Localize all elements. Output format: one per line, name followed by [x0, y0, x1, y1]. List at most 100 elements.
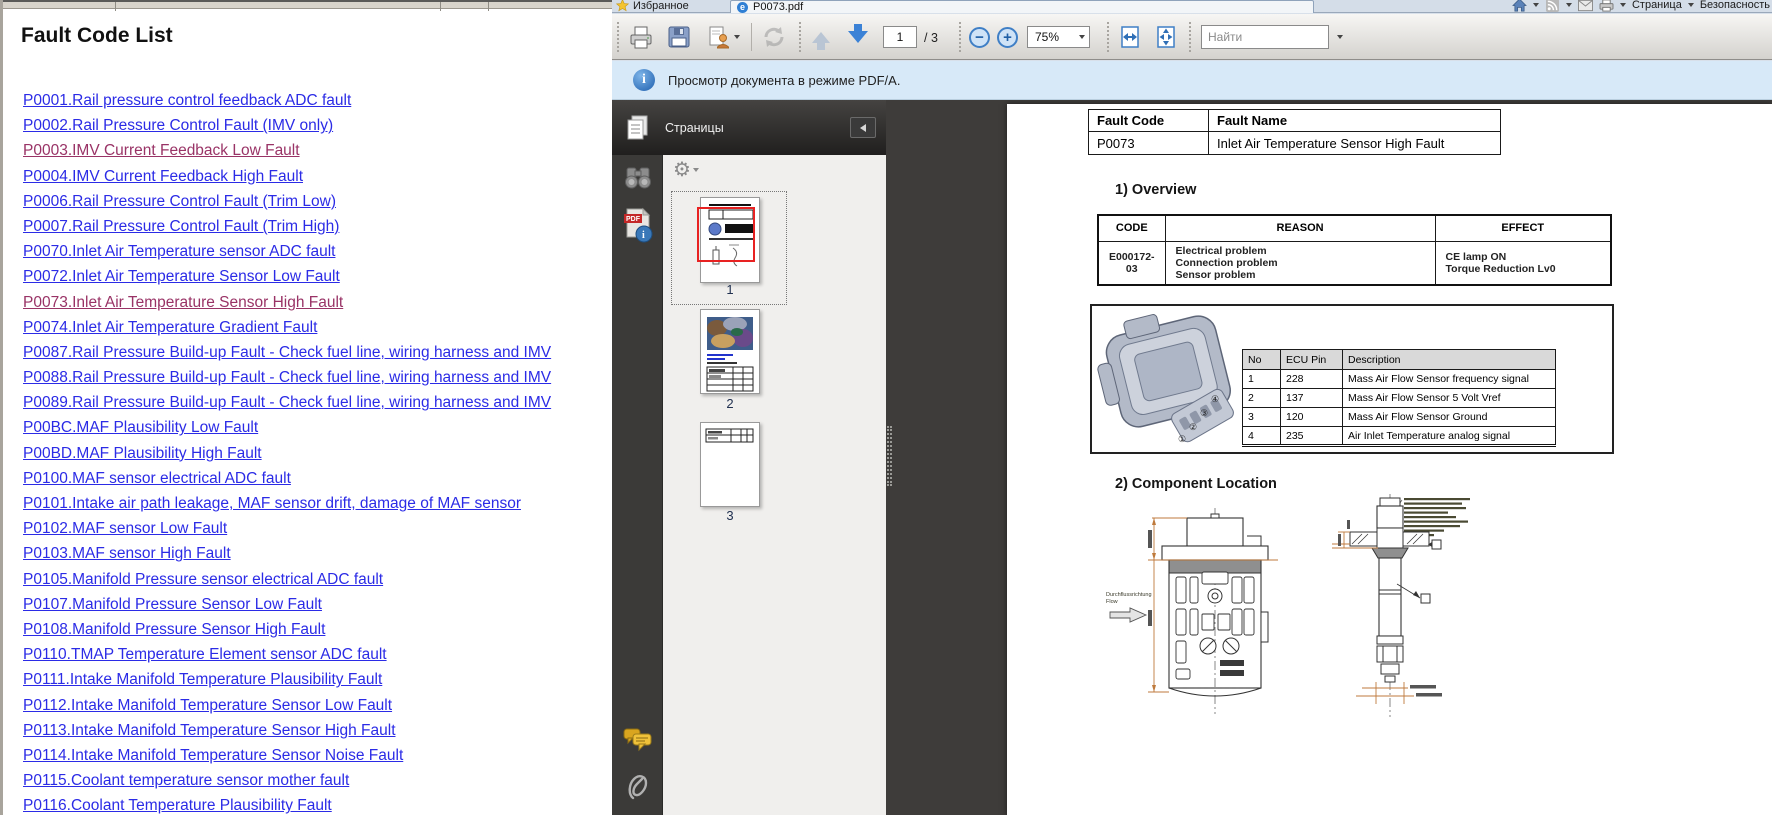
- find-field-wrap: [1201, 25, 1329, 49]
- fault-link-p0110[interactable]: P0110.TMAP Temperature Element sensor AD…: [23, 646, 387, 663]
- up-arrow-icon: [812, 32, 830, 43]
- favorites-button[interactable]: Избранное: [616, 0, 689, 13]
- pane-splitter[interactable]: [887, 426, 892, 486]
- down-arrow-icon: [848, 31, 868, 43]
- comments-pane-button[interactable]: [612, 728, 663, 752]
- pin-desc-header: Description: [1343, 350, 1556, 370]
- fault-code-value: P0073: [1089, 132, 1209, 155]
- tab-p0073-pdf[interactable]: e P0073.pdf: [730, 0, 1314, 13]
- fault-link-p0114[interactable]: P0114.Intake Manifold Temperature Sensor…: [23, 747, 403, 764]
- find-options-button[interactable]: [1331, 25, 1349, 49]
- fault-link-p0113[interactable]: P0113.Intake Manifold Temperature Sensor…: [23, 722, 396, 739]
- fit-page-button[interactable]: [1151, 23, 1181, 51]
- toolbar-grip[interactable]: [617, 22, 621, 52]
- attachments-pane-button[interactable]: [612, 770, 663, 804]
- list-item: P0102.MAF sensor Low Fault: [23, 520, 612, 545]
- find-input[interactable]: [1202, 26, 1328, 48]
- save-button[interactable]: [663, 23, 695, 51]
- zoom-out-button[interactable]: −: [969, 27, 990, 48]
- safety-menu[interactable]: Безопасность: [1700, 0, 1770, 11]
- standards-pane-button[interactable]: PDF i: [612, 207, 663, 245]
- zoom-dropdown-caret[interactable]: [1079, 35, 1085, 39]
- fault-link-p0111[interactable]: P0111.Intake Manifold Temperature Plausi…: [23, 671, 382, 688]
- page-menu-caret[interactable]: [1688, 3, 1694, 7]
- fault-link-p0070[interactable]: P0070.Inlet Air Temperature sensor ADC f…: [23, 243, 335, 260]
- list-item: P0107.Manifold Pressure Sensor Low Fault: [23, 596, 612, 621]
- zoom-level-select[interactable]: 75%: [1027, 26, 1090, 48]
- fault-link-p0100[interactable]: P0100.MAF sensor electrical ADC fault: [23, 470, 291, 487]
- fault-link-p0073[interactable]: P0073.Inlet Air Temperature Sensor High …: [23, 294, 343, 311]
- list-item: P0100.MAF sensor electrical ADC fault: [23, 470, 612, 495]
- previous-page-button[interactable]: [807, 23, 835, 51]
- print-page-icon[interactable]: [1599, 0, 1614, 12]
- toolbar-grip[interactable]: [959, 22, 963, 52]
- nav-pane-header: Страницы: [612, 100, 886, 155]
- collapse-pane-button[interactable]: [850, 117, 876, 138]
- search-pane-button[interactable]: [612, 165, 663, 191]
- share-button[interactable]: [701, 23, 745, 51]
- current-view-highlight[interactable]: [697, 207, 755, 262]
- home-dropdown-caret[interactable]: [1533, 3, 1539, 7]
- thumbnail-page-3[interactable]: [700, 422, 760, 507]
- fault-link-p0103[interactable]: P0103.MAF sensor High Fault: [23, 545, 231, 562]
- zoom-in-button[interactable]: +: [997, 27, 1018, 48]
- toolbar-separator: [751, 23, 752, 51]
- fault-link-p0006[interactable]: P0006.Rail Pressure Control Fault (Trim …: [23, 193, 336, 210]
- page-thumbnails-panel: ⚙ 1: [663, 155, 886, 815]
- toolbar-grip[interactable]: [1107, 22, 1111, 52]
- fault-link-p0089[interactable]: P0089.Rail Pressure Build-up Fault - Che…: [23, 394, 551, 411]
- toolbar-grip[interactable]: [1189, 22, 1193, 52]
- table-row: 2 137 Mass Air Flow Sensor 5 Volt Vref: [1243, 389, 1556, 408]
- collaborate-button-disabled[interactable]: [757, 23, 791, 51]
- page-number-input[interactable]: [883, 26, 917, 48]
- save-icon: [667, 25, 691, 49]
- fault-link-p0001[interactable]: P0001.Rail pressure control feedback ADC…: [23, 92, 351, 109]
- rss-feed-icon[interactable]: [1545, 0, 1560, 12]
- pin-marker-3: ③: [1200, 408, 1208, 418]
- favorites-star-icon: [616, 0, 629, 12]
- fault-link-p0072[interactable]: P0072.Inlet Air Temperature Sensor Low F…: [23, 268, 340, 285]
- pdf-toolbar: / 3 − + 75%: [612, 14, 1772, 60]
- fault-link-p00bc[interactable]: P00BC.MAF Plausibility Low Fault: [23, 419, 258, 436]
- fault-link-p0108[interactable]: P0108.Manifold Pressure Sensor High Faul…: [23, 621, 325, 638]
- home-icon[interactable]: [1512, 0, 1527, 12]
- next-page-button[interactable]: [841, 23, 875, 51]
- favorites-label: Избранное: [633, 0, 689, 12]
- fault-link-p00bd[interactable]: P00BD.MAF Plausibility High Fault: [23, 445, 262, 462]
- pin-desc: Mass Air Flow Sensor frequency signal: [1343, 370, 1556, 389]
- thumbnail-page-2[interactable]: [700, 309, 760, 394]
- toolbar-grip[interactable]: [799, 22, 803, 52]
- print-dropdown-caret[interactable]: [1620, 3, 1626, 7]
- list-item: P0088.Rail Pressure Build-up Fault - Che…: [23, 369, 612, 394]
- page-menu[interactable]: Страница: [1632, 0, 1682, 11]
- mail-icon[interactable]: [1578, 0, 1593, 12]
- code-col-header: CODE: [1098, 215, 1165, 241]
- fault-link-p0002[interactable]: P0002.Rail Pressure Control Fault (IMV o…: [23, 117, 333, 134]
- fault-link-p0115[interactable]: P0115.Coolant temperature sensor mother …: [23, 772, 349, 789]
- pin-no: 2: [1243, 389, 1281, 408]
- fault-link-p0116[interactable]: P0116.Coolant Temperature Plausibility F…: [23, 797, 332, 814]
- list-item: P0089.Rail Pressure Build-up Fault - Che…: [23, 394, 612, 419]
- topbar-separator: [488, 2, 489, 11]
- fault-link-p0102[interactable]: P0102.MAF sensor Low Fault: [23, 520, 227, 537]
- feed-dropdown-caret[interactable]: [1566, 3, 1572, 7]
- browser-window: Избранное e P0073.pdf Страница Безопасно…: [612, 0, 1772, 815]
- fault-link-p0088[interactable]: P0088.Rail Pressure Build-up Fault - Che…: [23, 369, 551, 386]
- fault-link-p0004[interactable]: P0004.IMV Current Feedback High Fault: [23, 168, 303, 185]
- fault-link-p0105[interactable]: P0105.Manifold Pressure sensor electrica…: [23, 571, 383, 588]
- fault-link-p0074[interactable]: P0074.Inlet Air Temperature Gradient Fau…: [23, 319, 317, 336]
- print-button[interactable]: [625, 23, 657, 51]
- share-dropdown-caret[interactable]: [734, 35, 740, 39]
- fault-link-p0107[interactable]: P0107.Manifold Pressure Sensor Low Fault: [23, 596, 322, 613]
- find-dropdown-caret: [1337, 35, 1343, 39]
- fit-width-button[interactable]: [1115, 23, 1145, 51]
- list-item: P0101.Intake air path leakage, MAF senso…: [23, 495, 612, 520]
- fault-link-p0112[interactable]: P0112.Intake Manifold Temperature Sensor…: [23, 697, 392, 714]
- fault-link-p0007[interactable]: P0007.Rail Pressure Control Fault (Trim …: [23, 218, 339, 235]
- fault-link-p0003[interactable]: P0003.IMV Current Feedback Low Fault: [23, 142, 300, 159]
- fault-link-p0101[interactable]: P0101.Intake air path leakage, MAF senso…: [23, 495, 521, 512]
- panel-options-button[interactable]: ⚙: [673, 157, 699, 182]
- list-item: P0006.Rail Pressure Control Fault (Trim …: [23, 193, 612, 218]
- thumbnail-2-preview: [701, 310, 759, 393]
- fault-link-p0087[interactable]: P0087.Rail Pressure Build-up Fault - Che…: [23, 344, 551, 361]
